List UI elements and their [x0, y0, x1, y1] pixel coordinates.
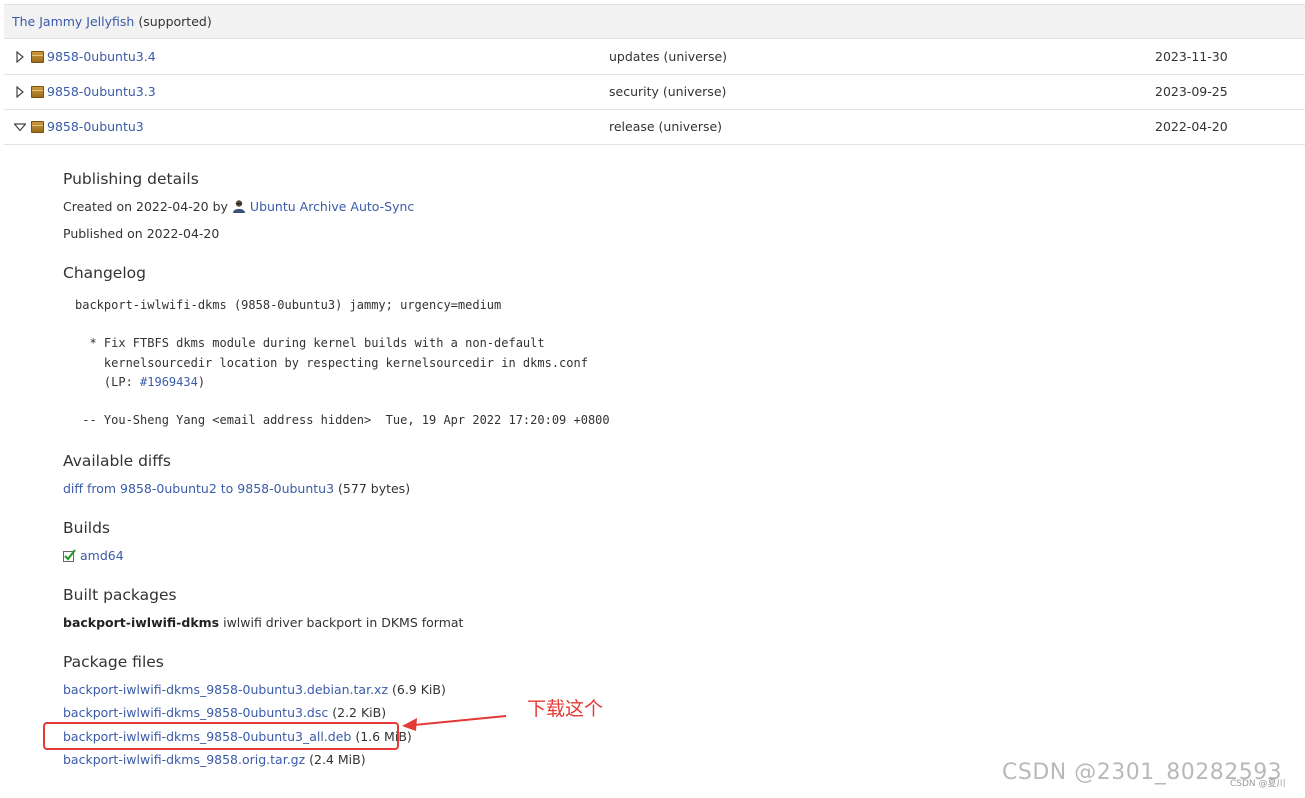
built-package-name: backport-iwlwifi-dkms — [63, 615, 220, 630]
expand-arrow-icon[interactable] — [14, 51, 26, 63]
highlight-box — [43, 722, 399, 750]
built-package-desc: iwlwifi driver backport in DKMS format — [223, 615, 464, 630]
package-icon — [31, 51, 44, 63]
changelog-text: ) — [197, 375, 206, 389]
build-arch-link[interactable]: amd64 — [80, 548, 124, 563]
package-file-link[interactable]: backport-iwlwifi-dkms_9858.orig.tar.gz — [63, 752, 305, 767]
changelog-signature: -- You-Sheng Yang <email address hidden>… — [75, 413, 610, 427]
diff-size: (577 bytes) — [338, 481, 411, 496]
series-header: The Jammy Jellyfish (supported) — [4, 4, 1305, 39]
publishing-details-heading: Publishing details — [63, 170, 199, 188]
changelog-text: (LP: — [75, 375, 141, 389]
builds-heading: Builds — [63, 519, 110, 537]
built-package-line: backport-iwlwifi-dkms iwlwifi driver bac… — [63, 615, 463, 630]
publication-pocket: security (universe) — [609, 84, 727, 99]
publication-pocket: release (universe) — [609, 119, 723, 134]
watermark-small: CSDN @夏川 — [1230, 779, 1286, 789]
publication-version-link[interactable]: 9858-0ubuntu3.4 — [47, 49, 156, 64]
package-files-heading: Package files — [63, 653, 164, 671]
created-text: Created on 2022-04-20 by — [63, 199, 228, 214]
publication-version-link[interactable]: 9858-0ubuntu3 — [47, 119, 144, 134]
package-file-size: (6.9 KiB) — [391, 682, 446, 697]
package-icon — [31, 86, 44, 98]
publication-row[interactable]: 9858-0ubuntu3 release (universe) 2022-04… — [4, 110, 1305, 145]
diff-link[interactable]: diff from 9858-0ubuntu2 to 9858-0ubuntu3 — [63, 481, 334, 496]
changelog-line: backport-iwlwifi-dkms (9858-0ubuntu3) ja… — [75, 298, 502, 312]
user-avatar-icon — [232, 200, 245, 213]
changelog-line: * Fix FTBFS dkms module during kernel bu… — [75, 336, 545, 350]
package-file-item: backport-iwlwifi-dkms_9858-0ubuntu3.dsc … — [63, 705, 386, 720]
publication-date: 2023-09-25 — [1155, 84, 1228, 99]
creator-link[interactable]: Ubuntu Archive Auto-Sync — [250, 199, 414, 214]
package-icon — [31, 121, 44, 133]
annotation-arrow-icon — [402, 715, 507, 731]
built-packages-heading: Built packages — [63, 586, 177, 604]
diff-line: diff from 9858-0ubuntu2 to 9858-0ubuntu3… — [63, 481, 410, 496]
publication-row[interactable]: 9858-0ubuntu3.3 security (universe) 2023… — [4, 75, 1305, 110]
package-file-item: backport-iwlwifi-dkms_9858.orig.tar.gz (… — [63, 752, 366, 767]
package-file-link[interactable]: backport-iwlwifi-dkms_9858-0ubuntu3.dsc — [63, 705, 328, 720]
changelog-bug-line: (LP: #1969434) — [75, 375, 205, 389]
collapse-arrow-icon[interactable] — [14, 121, 26, 133]
annotation-text: 下载这个 — [527, 698, 604, 720]
publication-row[interactable]: 9858-0ubuntu3.4 updates (universe) 2023-… — [4, 40, 1305, 75]
package-file-item: backport-iwlwifi-dkms_9858-0ubuntu3.debi… — [63, 682, 446, 697]
publication-date: 2022-04-20 — [1155, 119, 1228, 134]
expand-arrow-icon[interactable] — [14, 86, 26, 98]
build-line: amd64 — [63, 548, 124, 563]
package-file-link[interactable]: backport-iwlwifi-dkms_9858-0ubuntu3.debi… — [63, 682, 388, 697]
changelog-line: kernelsourcedir location by respecting k… — [75, 356, 588, 370]
bug-link[interactable]: #1969434 — [140, 375, 198, 389]
publication-pocket: updates (universe) — [609, 49, 728, 64]
package-file-size: (2.2 KiB) — [332, 705, 387, 720]
created-line: Created on 2022-04-20 by Ubuntu Archive … — [63, 199, 414, 214]
publication-version-link[interactable]: 9858-0ubuntu3.3 — [47, 84, 156, 99]
changelog-heading: Changelog — [63, 264, 146, 282]
package-file-size: (2.4 MiB) — [309, 752, 366, 767]
available-diffs-heading: Available diffs — [63, 452, 171, 470]
series-status: (supported) — [138, 14, 212, 29]
build-success-icon — [63, 549, 76, 562]
publication-date: 2023-11-30 — [1155, 49, 1228, 64]
published-line: Published on 2022-04-20 — [63, 226, 220, 241]
series-name-link[interactable]: The Jammy Jellyfish — [12, 14, 134, 29]
